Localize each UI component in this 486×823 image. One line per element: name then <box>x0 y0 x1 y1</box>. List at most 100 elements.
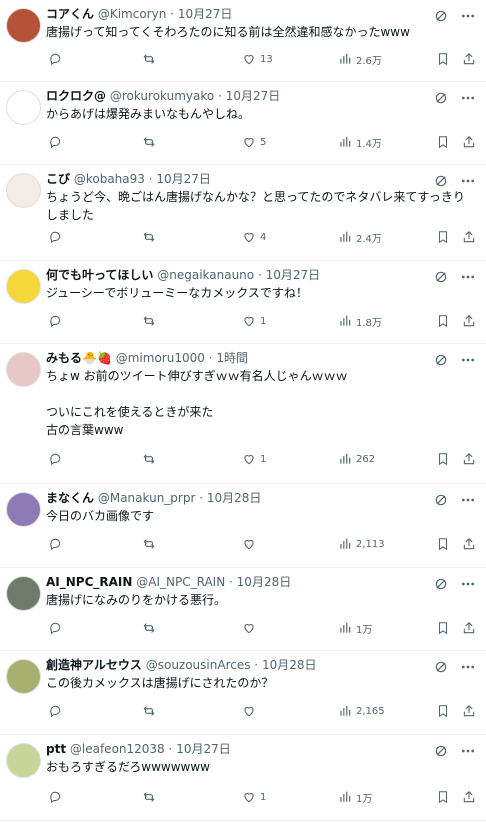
like-button[interactable] <box>242 702 260 720</box>
reply-button[interactable] <box>48 535 62 553</box>
timestamp[interactable]: 10月27日 <box>266 268 321 282</box>
like-button[interactable]: 1 <box>242 450 266 468</box>
like-button[interactable] <box>242 535 260 553</box>
reply-tweet[interactable]: ptt @leafeon12038 · 10月27日 おもろすぎるだろwwwww… <box>0 735 486 821</box>
display-name[interactable]: コアくん <box>46 7 94 21</box>
timestamp[interactable]: 1時間 <box>216 351 248 365</box>
views-button[interactable]: 2.6万 <box>338 50 382 68</box>
more-icon[interactable] <box>460 8 476 22</box>
avatar[interactable] <box>6 90 41 125</box>
retweet-button[interactable] <box>142 228 156 246</box>
display-name[interactable]: みもる <box>46 351 82 365</box>
user-handle[interactable]: @AI_NPC_RAIN <box>136 575 225 589</box>
reply-tweet[interactable]: 創造神アルセウス @souzousinArces · 10月28日 この後カメッ… <box>0 651 486 735</box>
timestamp[interactable]: 10月27日 <box>156 172 211 186</box>
display-name[interactable]: こび <box>46 172 70 186</box>
grok-icon[interactable] <box>434 743 448 757</box>
user-handle[interactable]: @souzousinArces <box>146 658 251 672</box>
more-icon[interactable] <box>460 352 476 366</box>
more-icon[interactable] <box>460 492 476 506</box>
like-button[interactable]: 4 <box>242 228 266 246</box>
grok-icon[interactable] <box>434 90 448 104</box>
share-button[interactable] <box>462 788 476 806</box>
bookmark-button[interactable] <box>436 133 450 151</box>
retweet-button[interactable] <box>142 702 156 720</box>
timestamp[interactable]: 10月28日 <box>262 658 317 672</box>
more-icon[interactable] <box>460 743 476 757</box>
display-name[interactable]: 何でも叶ってほしい <box>46 268 153 282</box>
bookmark-button[interactable] <box>436 619 450 637</box>
retweet-button[interactable] <box>142 535 156 553</box>
bookmark-button[interactable] <box>436 535 450 553</box>
bookmark-button[interactable] <box>436 450 450 468</box>
retweet-button[interactable] <box>142 50 156 68</box>
retweet-button[interactable] <box>142 788 156 806</box>
avatar[interactable] <box>6 8 41 43</box>
reply-button[interactable] <box>48 312 62 330</box>
reply-button[interactable] <box>48 228 62 246</box>
bookmark-button[interactable] <box>436 788 450 806</box>
timestamp[interactable]: 10月28日 <box>237 575 292 589</box>
reply-button[interactable] <box>48 788 62 806</box>
avatar[interactable] <box>6 576 41 611</box>
share-button[interactable] <box>462 133 476 151</box>
share-button[interactable] <box>462 535 476 553</box>
grok-icon[interactable] <box>434 492 448 506</box>
share-button[interactable] <box>462 312 476 330</box>
bookmark-button[interactable] <box>436 312 450 330</box>
timestamp[interactable]: 10月27日 <box>226 89 281 103</box>
share-button[interactable] <box>462 702 476 720</box>
avatar[interactable] <box>6 269 41 304</box>
display-name[interactable]: 創造神アルセウス <box>46 658 142 672</box>
views-button[interactable]: 2,113 <box>338 535 385 553</box>
grok-icon[interactable] <box>434 8 448 22</box>
bookmark-button[interactable] <box>436 702 450 720</box>
avatar[interactable] <box>6 352 41 387</box>
reply-tweet[interactable]: みもる🐣🍓 @mimoru1000 · 1時間 ちょw お前のツイート伸びすぎｗ… <box>0 344 486 484</box>
avatar[interactable] <box>6 492 41 527</box>
user-handle[interactable]: @leafeon12038 <box>70 742 165 756</box>
reply-tweet[interactable]: こび @kobaha93 · 10月27日 ちょうど今、晩ごはん唐揚げなんかな？… <box>0 165 486 261</box>
reply-tweet[interactable]: まなくん @Manakun_prpr · 10月28日 今日のバカ画像です 2,… <box>0 484 486 568</box>
like-button[interactable]: 1 <box>242 312 266 330</box>
reply-tweet[interactable]: 何でも叶ってほしい @negaikanauno · 10月27日 ジューシーでボ… <box>0 261 486 344</box>
like-button[interactable]: 1 <box>242 788 266 806</box>
avatar[interactable] <box>6 659 41 694</box>
grok-icon[interactable] <box>434 173 448 187</box>
retweet-button[interactable] <box>142 619 156 637</box>
retweet-button[interactable] <box>142 312 156 330</box>
display-name[interactable]: ロクロク@ <box>46 89 106 103</box>
user-handle[interactable]: @negaikanauno <box>157 268 254 282</box>
reply-tweet[interactable]: コアくん @Kimcoryn · 10月27日 唐揚げって知ってくそわろたのに知… <box>0 0 486 82</box>
more-icon[interactable] <box>460 659 476 673</box>
views-button[interactable]: 262 <box>338 450 375 468</box>
views-button[interactable]: 2,165 <box>338 702 385 720</box>
share-button[interactable] <box>462 50 476 68</box>
retweet-button[interactable] <box>142 133 156 151</box>
reply-button[interactable] <box>48 133 62 151</box>
retweet-button[interactable] <box>142 450 156 468</box>
timestamp[interactable]: 10月27日 <box>176 742 231 756</box>
more-icon[interactable] <box>460 269 476 283</box>
share-button[interactable] <box>462 450 476 468</box>
display-name[interactable]: AI_NPC_RAIN <box>46 575 132 589</box>
bookmark-button[interactable] <box>436 228 450 246</box>
avatar[interactable] <box>6 173 41 208</box>
bookmark-button[interactable] <box>436 50 450 68</box>
views-button[interactable]: 1万 <box>338 619 372 637</box>
views-button[interactable]: 1.8万 <box>338 312 382 330</box>
more-icon[interactable] <box>460 173 476 187</box>
views-button[interactable]: 1.4万 <box>338 133 382 151</box>
views-button[interactable]: 2.4万 <box>338 228 382 246</box>
like-button[interactable]: 5 <box>242 133 266 151</box>
reply-button[interactable] <box>48 619 62 637</box>
avatar[interactable] <box>6 743 41 778</box>
views-button[interactable]: 1万 <box>338 788 372 806</box>
grok-icon[interactable] <box>434 659 448 673</box>
grok-icon[interactable] <box>434 269 448 283</box>
grok-icon[interactable] <box>434 352 448 366</box>
timestamp[interactable]: 10月27日 <box>178 7 233 21</box>
user-handle[interactable]: @mimoru1000 <box>116 351 205 365</box>
user-handle[interactable]: @Manakun_prpr <box>98 491 196 505</box>
grok-icon[interactable] <box>434 576 448 590</box>
